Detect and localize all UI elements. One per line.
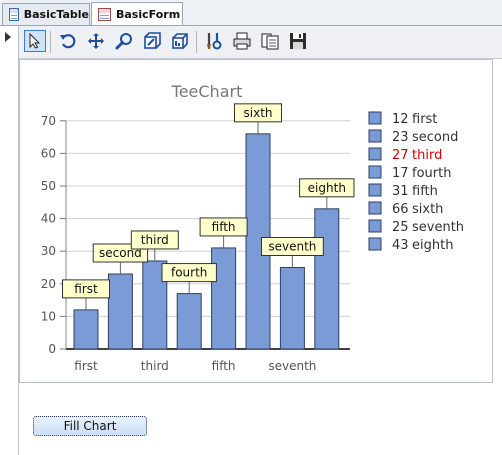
legend-value: 23 [392,130,409,145]
chart-toolbar [19,26,502,59]
legend-label: fourth [412,166,451,181]
bar [73,309,99,350]
callout-label: first [74,282,98,296]
bar [176,293,202,350]
legend-swatch [368,201,382,215]
bar [107,273,133,350]
tab-basictable[interactable]: BasicTable [2,3,90,25]
bar-chart: TeeChart 0 10 20 30 40 50 60 70 first third fifth se… [41,82,464,373]
x-tick-label: third [141,359,169,373]
callout-label: eighth [308,181,346,195]
move-icon [88,33,104,49]
legend-swatch [368,129,382,143]
table-icon [9,8,19,21]
bar [314,208,340,350]
y-tick-label: 0 [48,342,56,356]
x-tick-label: seventh [268,359,316,373]
toolbar-separator [196,31,197,53]
save-icon [290,33,306,49]
legend-value: 66 [392,202,409,217]
legend-label: first [412,112,437,127]
legend-swatch [368,237,382,251]
legend-label: eighth [412,238,453,253]
tab-bar: BasicTable BasicForm [0,0,502,26]
callout-label: third [141,233,169,247]
y-tick-label: 30 [41,244,56,258]
edit-icon [207,33,222,50]
y-tick-label: 40 [41,212,56,226]
pointer-icon [29,33,41,49]
depth-button[interactable] [169,30,191,52]
y-tick-label: 70 [41,114,56,128]
tab-basicform[interactable]: BasicForm [91,2,183,25]
legend-swatch [368,147,382,161]
callout-label: seventh [268,240,316,254]
legend-value: 25 [392,220,409,235]
print-icon [233,32,251,50]
legend-value: 12 [392,112,409,127]
legend-swatch [368,165,382,179]
rotate-button[interactable] [57,30,79,52]
pointer-button[interactable] [24,30,46,52]
x-tick-label: fifth [212,359,236,373]
zoom-button[interactable] [113,30,135,52]
x-tick-label: first [74,359,98,373]
chart-panel[interactable]: TeeChart 0 10 20 30 40 50 60 70 first third fifth se… [19,59,493,383]
toolbar-separator [50,31,51,53]
print-button[interactable] [231,30,253,52]
expand-arrow-icon[interactable] [5,32,11,42]
form-icon [98,7,111,21]
3d-icon [144,32,161,49]
legend-swatch [368,219,382,233]
legend-swatch [368,111,382,125]
y-tick-label: 20 [41,277,56,291]
y-tick-label: 10 [41,309,56,323]
callout-label: fifth [212,220,236,234]
depth-icon [172,33,188,49]
legend-label: fifth [412,184,438,199]
legend-label: third [412,148,442,163]
legend-value: 17 [392,166,409,181]
tab-basictable-label: BasicTable [23,8,89,21]
legend-label: sixth [412,202,443,217]
3d-view-button[interactable] [141,30,163,52]
tab-basicform-label: BasicForm [116,7,181,21]
save-button[interactable] [287,30,309,52]
move-button[interactable] [85,30,107,52]
legend-value: 31 [392,184,409,199]
export-icon [261,33,279,50]
y-tick-label: 60 [41,146,56,160]
legend-value: 27 [392,148,409,163]
left-gutter [0,26,19,455]
legend-value: 43 [392,238,409,253]
zoom-icon [115,33,132,50]
callout-label: sixth [244,106,273,120]
bar [279,267,305,350]
edit-button[interactable] [203,30,225,52]
legend-swatch [368,183,382,197]
rotate-icon [60,34,76,49]
chart-title: TeeChart [171,82,243,101]
y-tick-label: 50 [41,179,56,193]
callout-label: fourth [171,266,207,280]
fill-chart-button[interactable]: Fill Chart [33,416,147,436]
export-button[interactable] [259,30,281,52]
legend-label: seventh [412,220,464,235]
legend-label: second [412,130,458,145]
